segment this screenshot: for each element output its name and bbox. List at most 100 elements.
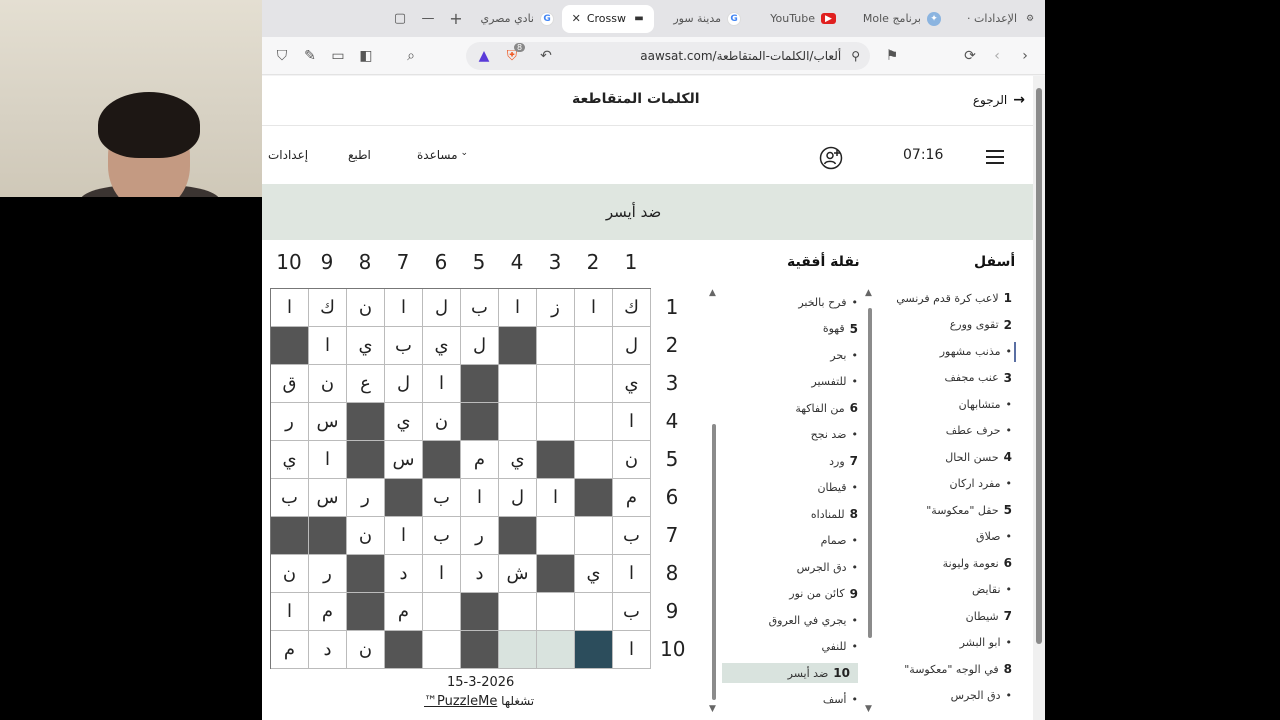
across-clue-item[interactable]: • صمام — [821, 531, 858, 551]
across-clue-item[interactable]: 10 ضد أيسر — [722, 663, 858, 683]
across-clue-item[interactable]: • يجري في العروق — [769, 610, 858, 630]
grid-cell[interactable]: ا — [537, 479, 575, 517]
down-clue-item[interactable]: 6 نعومة وليونة — [943, 553, 1012, 573]
grid-cell[interactable]: ك — [613, 289, 651, 327]
grid-cell[interactable]: ا — [575, 289, 613, 327]
grid-cell[interactable] — [537, 365, 575, 403]
grid-cell[interactable]: ر — [271, 403, 309, 441]
grid-cell[interactable]: ك — [309, 289, 347, 327]
down-clue-item[interactable]: • مذنب مشهور — [940, 341, 1012, 361]
grid-cell[interactable]: ل — [499, 479, 537, 517]
grid-cell[interactable] — [461, 593, 499, 631]
grid-cell[interactable]: ل — [423, 289, 461, 327]
grid-cell[interactable]: ب — [613, 593, 651, 631]
grid-cell[interactable] — [271, 327, 309, 365]
reader-mode-icon[interactable]: ⌕ — [397, 42, 425, 70]
down-clue-item[interactable]: 8 في الوجه "معكوسة" — [904, 659, 1012, 679]
grid-cell[interactable]: ر — [461, 517, 499, 555]
down-clue-item[interactable]: 3 عنب مجفف — [945, 368, 1012, 388]
grid-cell[interactable]: ش — [499, 555, 537, 593]
across-clue-item[interactable]: 8 للمناداه — [811, 504, 858, 524]
scroll-up-icon[interactable]: ▲ — [709, 288, 716, 298]
grid-cell[interactable]: ب — [385, 327, 423, 365]
down-clue-item[interactable]: 1 لاعب كرة قدم فرنسي — [896, 288, 1012, 308]
grid-cell[interactable]: ي — [385, 403, 423, 441]
grid-cell[interactable]: ا — [271, 289, 309, 327]
grid-cell[interactable] — [575, 631, 613, 669]
grid-cell[interactable] — [423, 441, 461, 479]
across-clue-item[interactable]: 5 قهوة — [823, 319, 858, 339]
scroll-down-icon[interactable]: ▼ — [709, 704, 716, 714]
grid-cell[interactable] — [347, 593, 385, 631]
grid-cell[interactable] — [575, 441, 613, 479]
scrollbar-thumb[interactable] — [1036, 88, 1042, 644]
reload-icon[interactable]: ⟳ — [956, 42, 984, 70]
across-clue-item[interactable]: 7 ورد — [829, 451, 858, 471]
grid-cell[interactable]: م — [613, 479, 651, 517]
grid-cell[interactable]: ل — [385, 365, 423, 403]
across-clue-item[interactable]: • قيطان — [817, 478, 858, 498]
grid-cell[interactable] — [499, 631, 537, 669]
down-clue-item[interactable]: • نقايض — [972, 580, 1012, 600]
grid-cell[interactable] — [461, 631, 499, 669]
hamburger-menu-icon[interactable] — [986, 150, 1004, 164]
across-clue-item[interactable]: • دق الجرس — [797, 557, 858, 577]
bookmark-icon[interactable]: ⚑ — [878, 42, 906, 70]
minimize-button[interactable]: — — [414, 5, 442, 33]
grid-cell[interactable] — [347, 403, 385, 441]
grid-cell[interactable]: د — [309, 631, 347, 669]
grid-cell[interactable] — [575, 593, 613, 631]
tab-mole[interactable]: ✦ برنامج Mole — [844, 5, 949, 33]
grid-cell[interactable]: ا — [271, 593, 309, 631]
grid-cell[interactable] — [537, 441, 575, 479]
grid-cell[interactable] — [461, 365, 499, 403]
address-bar[interactable]: ⚲ aawsat.com/ألعاب/الكلمات-المتقاطعة — [466, 42, 870, 70]
grid-cell[interactable] — [575, 479, 613, 517]
add-user-icon[interactable] — [819, 146, 843, 170]
puzzleme-link[interactable]: PuzzleMe™ — [424, 694, 497, 709]
brave-rewards-icon[interactable]: ▲ — [470, 42, 498, 70]
grid-cell[interactable] — [423, 631, 461, 669]
scroll-down-icon[interactable]: ▼ — [865, 704, 872, 714]
grid-cell[interactable] — [499, 327, 537, 365]
down-clue-item[interactable]: 2 تقوى وورع — [950, 315, 1012, 335]
grid-cell[interactable]: ي — [271, 441, 309, 479]
grid-cell[interactable] — [537, 403, 575, 441]
grid-cell[interactable]: س — [309, 479, 347, 517]
grid-cell[interactable] — [499, 593, 537, 631]
grid-cell[interactable]: ن — [271, 555, 309, 593]
forward-icon[interactable]: ‹ — [983, 42, 1011, 70]
grid-cell[interactable] — [423, 593, 461, 631]
grid-cell[interactable]: د — [385, 555, 423, 593]
down-clue-item[interactable]: • ابو البشر — [960, 633, 1012, 653]
maximize-button[interactable]: ▢ — [386, 5, 414, 33]
site-settings-icon[interactable]: ⚲ — [851, 49, 860, 63]
grid-cell[interactable] — [537, 327, 575, 365]
grid-cell[interactable]: ر — [309, 555, 347, 593]
grid-cell[interactable]: ي — [423, 327, 461, 365]
settings-menu[interactable]: إعدادات — [268, 148, 308, 162]
down-clue-item[interactable]: • دق الجرس — [951, 686, 1012, 706]
grid-cell[interactable] — [499, 517, 537, 555]
grid-cell[interactable]: د — [461, 555, 499, 593]
close-tab-icon[interactable]: ✕ — [572, 12, 581, 25]
grid-cell[interactable]: ا — [613, 555, 651, 593]
grid-cell[interactable] — [385, 631, 423, 669]
grid-cell[interactable]: ا — [309, 441, 347, 479]
down-clue-item[interactable]: 5 حقل "معكوسة" — [926, 500, 1012, 520]
grid-cell[interactable] — [575, 327, 613, 365]
grid-cell[interactable]: ي — [575, 555, 613, 593]
across-clue-item[interactable]: 6 من الفاكهة — [795, 398, 858, 418]
print-menu[interactable]: اطبع — [348, 148, 371, 162]
grid-cell[interactable]: ل — [461, 327, 499, 365]
shield-icon[interactable]: ⛉ — [268, 42, 296, 70]
grid-cell[interactable] — [461, 403, 499, 441]
grid-cell[interactable]: ن — [423, 403, 461, 441]
across-clue-item[interactable]: • ضد نجح — [811, 425, 858, 445]
grid-cell[interactable]: ز — [537, 289, 575, 327]
grid-cell[interactable]: ن — [347, 631, 385, 669]
grid-cell[interactable]: م — [385, 593, 423, 631]
tab-settings[interactable]: ⚙ الإعدادات · — [949, 5, 1045, 33]
grid-cell[interactable] — [347, 555, 385, 593]
back-link[interactable]: الرجوع → — [973, 92, 1025, 108]
